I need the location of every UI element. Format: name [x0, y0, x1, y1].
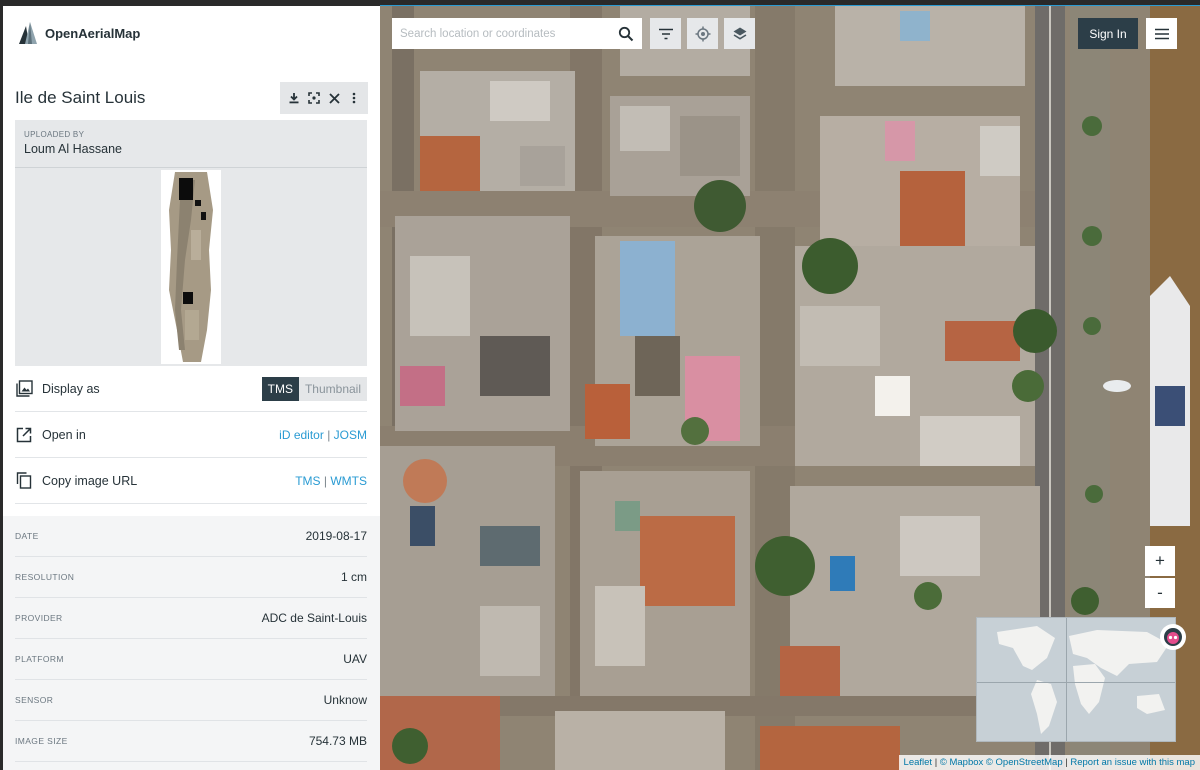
metadata-key: SENSOR	[15, 695, 54, 705]
filter-icon	[658, 28, 673, 39]
open-in-label: Open in	[42, 427, 86, 442]
copy-icon	[16, 472, 34, 490]
menu-button[interactable]	[1146, 18, 1177, 49]
metadata-value: 1 cm	[340, 570, 367, 584]
link-separator: |	[327, 427, 331, 442]
metadata-row-sensor: SENSOR Unknow	[15, 680, 367, 721]
more-options-icon[interactable]	[346, 90, 362, 106]
display-as-label: Display as	[42, 381, 100, 396]
close-icon[interactable]	[326, 90, 342, 106]
search-icon[interactable]	[618, 26, 634, 42]
metadata-row-resolution: RESOLUTION 1 cm	[15, 557, 367, 598]
leaflet-link[interactable]: Leaflet	[904, 757, 933, 768]
metadata-key: PROVIDER	[15, 613, 63, 623]
uploader-info: UPLOADED BY Loum Al Hassane	[15, 120, 367, 168]
zoom-in-button[interactable]: +	[1145, 546, 1175, 576]
open-in-id-editor-link[interactable]: iD editor	[279, 428, 324, 442]
uploader-name[interactable]: Loum Al Hassane	[24, 142, 358, 156]
map-canvas[interactable]: Sign In + - Leaflet | © Mapbox © OpenStr…	[380, 6, 1200, 770]
zoom-to-extent-icon[interactable]	[306, 90, 322, 106]
attribution-separator: |	[1065, 757, 1068, 768]
open-in-row: Open in iD editor | JOSM	[15, 412, 367, 458]
display-as-row: Display as TMS Thumbnail	[15, 366, 367, 412]
image-thumbnail	[161, 170, 221, 364]
metadata-value: 2019-08-17	[305, 529, 367, 543]
metadata-key: DATE	[15, 531, 39, 541]
filter-button[interactable]	[650, 18, 681, 49]
sidebar-panel: OpenAerialMap Ile de Saint Louis UPLOADE…	[3, 6, 380, 770]
metadata-key: IMAGE SIZE	[15, 736, 68, 746]
layers-icon	[733, 27, 746, 40]
download-icon[interactable]	[286, 90, 302, 106]
metadata-value: Unknow	[323, 693, 367, 707]
app-name[interactable]: OpenAerialMap	[45, 26, 140, 41]
report-issue-link[interactable]: Report an issue with this map	[1070, 757, 1195, 768]
metadata-value: 754.73 MB	[308, 734, 367, 748]
image-header: Ile de Saint Louis	[15, 81, 368, 115]
mapbox-link[interactable]: © Mapbox	[940, 757, 983, 768]
preview-card: UPLOADED BY Loum Al Hassane	[15, 120, 367, 366]
copy-url-links: TMS | WMTS	[295, 474, 367, 488]
metadata-row-platform: PLATFORM UAV	[15, 639, 367, 680]
display-thumbnail-button[interactable]: Thumbnail	[298, 376, 367, 401]
image-toolbar	[280, 82, 368, 114]
logo-icon[interactable]	[15, 20, 41, 46]
top-bar: OpenAerialMap	[3, 6, 380, 60]
uploader-caption: UPLOADED BY	[24, 130, 85, 139]
search-box	[392, 18, 642, 49]
metadata-section: DATE 2019-08-17 RESOLUTION 1 cm PROVIDER…	[3, 516, 380, 770]
attribution-separator: |	[934, 757, 938, 768]
locate-button[interactable]	[687, 18, 718, 49]
hamburger-icon	[1154, 28, 1169, 39]
metadata-key: PLATFORM	[15, 654, 64, 664]
copy-tms-link[interactable]: TMS	[295, 474, 320, 488]
osm-link[interactable]: © OpenStreetMap	[986, 757, 1063, 768]
map-attribution: Leaflet | © Mapbox © OpenStreetMap | Rep…	[898, 755, 1200, 770]
display-tms-button[interactable]: TMS	[261, 376, 299, 401]
metadata-key: RESOLUTION	[15, 572, 75, 582]
layers-button[interactable]	[724, 18, 755, 49]
copy-url-row: Copy image URL TMS | WMTS	[15, 458, 367, 504]
copy-url-label: Copy image URL	[42, 473, 138, 488]
open-in-josm-link[interactable]: JOSM	[334, 428, 367, 442]
metadata-row-image-size: IMAGE SIZE 754.73 MB	[15, 721, 367, 762]
metadata-value: ADC de Saint-Louis	[261, 611, 367, 625]
image-icon	[16, 380, 34, 398]
open-in-links: iD editor | JOSM	[279, 428, 367, 442]
search-input[interactable]	[400, 27, 618, 40]
chat-assistant-icon[interactable]	[1160, 624, 1186, 650]
metadata-row-date: DATE 2019-08-17	[15, 516, 367, 557]
image-title: Ile de Saint Louis	[15, 88, 146, 107]
world-overview-map	[977, 618, 1175, 741]
sign-in-button[interactable]: Sign In	[1078, 18, 1138, 49]
metadata-row-provider: PROVIDER ADC de Saint-Louis	[15, 598, 367, 639]
target-icon	[695, 26, 710, 41]
metadata-value: UAV	[343, 652, 367, 666]
minimap[interactable]	[976, 617, 1176, 742]
zoom-out-button[interactable]: -	[1145, 578, 1175, 608]
display-toggle: TMS Thumbnail	[261, 376, 367, 401]
external-link-icon	[16, 426, 34, 444]
copy-wmts-link[interactable]: WMTS	[330, 474, 367, 488]
link-separator: |	[323, 473, 327, 488]
